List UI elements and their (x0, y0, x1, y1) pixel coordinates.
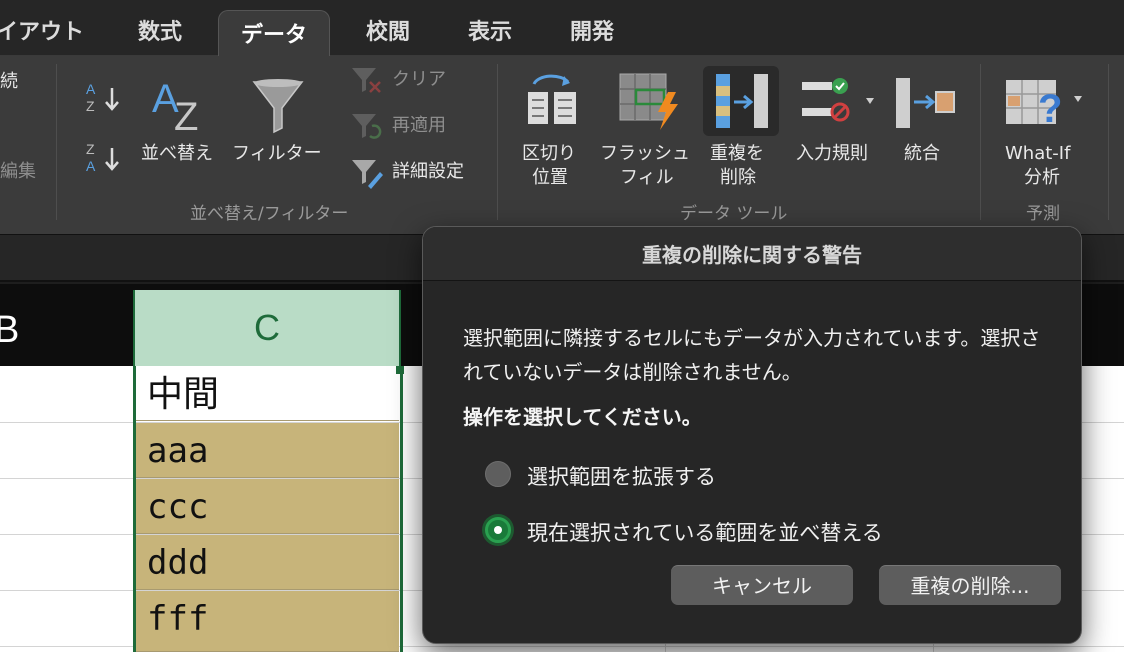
selection-fill-handle[interactable] (396, 366, 404, 374)
tab-layout[interactable]: イアウト (0, 14, 84, 46)
remove-duplicates-label-1[interactable]: 重複を (710, 142, 764, 166)
ribbon: 続 編集 A Z Z A A Z 並べ替え フィルター クリア 再適用 詳細設定… (0, 56, 1124, 234)
flash-fill-label-2[interactable]: フィル (620, 166, 674, 190)
ribbon-separator (980, 64, 981, 220)
data-validation-button[interactable]: 入力規則 (796, 142, 868, 166)
dialog-title: 重複の削除に関する警告 (642, 243, 862, 267)
radio-expand-selection-label[interactable]: 選択範囲を拡張する (527, 461, 716, 491)
sort-descending-icon[interactable]: Z A (84, 138, 124, 178)
consolidate-icon[interactable] (894, 76, 958, 132)
dialog-title-bar: 重複の削除に関する警告 (423, 227, 1081, 281)
reapply-button[interactable]: 再適用 (392, 114, 446, 138)
sort-ascending-icon[interactable]: A Z (84, 78, 124, 118)
flash-fill-label-1[interactable]: フラッシュ (600, 142, 690, 166)
advanced-filter-icon[interactable] (350, 158, 384, 190)
column-header-b[interactable]: B (0, 292, 19, 368)
selection-border (133, 366, 403, 652)
tab-developer[interactable]: 開発 (570, 14, 614, 46)
ribbon-separator (497, 64, 498, 220)
filter-funnel-icon[interactable] (250, 76, 306, 136)
ribbon-tab-bar: イアウト 数式 データ 校閲 表示 開発 (0, 0, 1124, 57)
tab-view[interactable]: 表示 (468, 14, 512, 46)
consolidate-button[interactable]: 統合 (904, 142, 940, 166)
svg-text:Z: Z (86, 98, 95, 114)
svg-text:A: A (86, 158, 96, 174)
what-if-label-1[interactable]: What-If (1005, 142, 1070, 166)
tab-review[interactable]: 校閲 (366, 14, 410, 46)
flash-fill-icon[interactable] (618, 72, 680, 132)
data-validation-icon[interactable] (800, 76, 880, 128)
ribbon-separator (56, 64, 57, 220)
filter-button[interactable]: フィルター (232, 142, 322, 166)
sort-az-icon[interactable]: A Z (150, 72, 210, 136)
advanced-button[interactable]: 詳細設定 (392, 160, 464, 184)
group-label-data-tools: データ ツール (680, 204, 788, 224)
what-if-label-2[interactable]: 分析 (1024, 166, 1060, 190)
tab-data[interactable]: データ (218, 10, 331, 57)
svg-text:Z: Z (86, 141, 95, 157)
column-header-c[interactable]: C (133, 290, 401, 366)
dialog-prompt: 操作を選択してください。 (463, 405, 702, 429)
tab-formulas[interactable]: 数式 (138, 14, 182, 46)
text-to-columns-icon[interactable] (524, 72, 580, 128)
remove-duplicates-label-2[interactable]: 削除 (720, 166, 756, 190)
cancel-button[interactable]: キャンセル (671, 565, 853, 605)
clear-button[interactable]: クリア (392, 68, 446, 92)
svg-text:A: A (86, 81, 96, 97)
remove-duplicates-warning-dialog: 重複の削除に関する警告 選択範囲に隣接するセルにもデータが入力されています。選択… (422, 226, 1082, 644)
ribbon-separator (1108, 64, 1109, 220)
svg-text:Z: Z (174, 95, 198, 136)
clear-filter-icon (352, 68, 381, 93)
group-label-forecast: 予測 (1026, 204, 1060, 224)
remove-duplicates-icon[interactable] (714, 72, 770, 132)
radio-continue-current-selection[interactable] (485, 517, 511, 543)
sort-button[interactable]: 並べ替え (141, 142, 213, 166)
radio-expand-selection[interactable] (485, 461, 511, 487)
remove-duplicates-button[interactable]: 重複の削除... (879, 565, 1061, 605)
ribbon-partial-label-2: 編集 (0, 161, 36, 182)
dialog-message: 選択範囲に隣接するセルにもデータが入力されています。選択されていないデータは削除… (463, 326, 1041, 384)
text-to-columns-label-2[interactable]: 位置 (532, 166, 568, 190)
what-if-analysis-icon[interactable]: ? (1004, 74, 1084, 134)
text-to-columns-label-1[interactable]: 区切り (522, 142, 576, 166)
reapply-filter-icon (352, 114, 382, 139)
group-label-sort-filter: 並べ替え/フィルター (190, 204, 349, 224)
svg-text:?: ? (1038, 87, 1062, 131)
radio-continue-current-selection-label[interactable]: 現在選択されている範囲を並べ替える (527, 517, 883, 547)
ribbon-partial-label-1: 続 (0, 71, 18, 92)
